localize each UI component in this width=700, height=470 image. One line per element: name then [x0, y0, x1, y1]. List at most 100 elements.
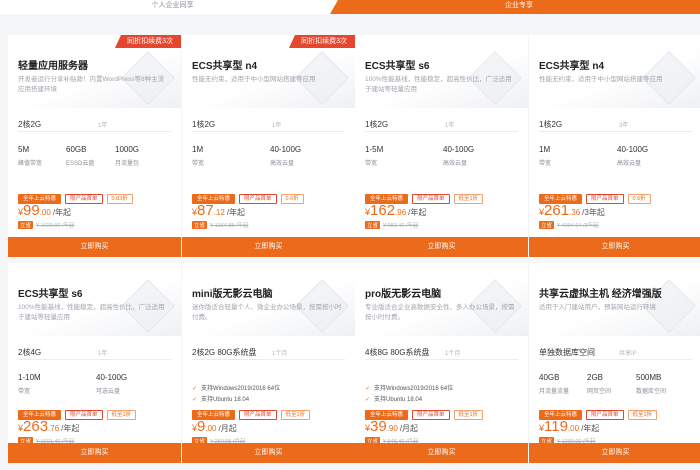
- spec-detail-value: 5M: [18, 145, 30, 154]
- spec-detail: 40-100G 可选云盘: [96, 373, 127, 395]
- promo-badges: 全年上云特惠 限产品首单 0.83折: [18, 187, 137, 204]
- duration-value: 1年: [98, 123, 108, 129]
- product-description: 100%性能基线，性能稳定，超高性价比，广泛适用于建站等轻量应用: [18, 304, 165, 321]
- spec-detail-value: 1-10M: [18, 373, 41, 382]
- spec-detail-label: 月流量流量: [539, 389, 570, 395]
- discount-badge: 0.83折: [106, 194, 133, 204]
- spec-detail-label: 带宽: [539, 161, 552, 167]
- spec-detail: 40GB 月流量流量: [539, 373, 569, 395]
- buy-now-button[interactable]: 立即购买: [8, 237, 181, 257]
- price-integer: 39: [370, 418, 387, 435]
- spec-selector[interactable]: 2核4G 1年: [18, 347, 171, 360]
- feature-item: ✓ 支持Ubuntu 18.04: [192, 394, 249, 403]
- spec-value: 1核2G: [192, 120, 216, 129]
- product-card: ECS共享型 s6 100%性能基线，性能稳定，超高性价比，广泛适用于建站等轻量应…: [355, 35, 528, 257]
- price-integer: 263: [23, 418, 49, 435]
- spec-detail-label: 高效云盘: [443, 161, 468, 167]
- spec-detail: 1M 带宽: [192, 145, 204, 167]
- price-decimal: .00: [205, 424, 217, 433]
- price-decimal: .90: [386, 424, 398, 433]
- product-title: pro版无影云电脑: [365, 289, 442, 300]
- discount-badge: 低至1折: [280, 410, 311, 420]
- spec-selector[interactable]: 2核2G 1年: [18, 119, 171, 132]
- price-unit: /3年起: [582, 208, 605, 217]
- product-card: ECS共享型 s6 100%性能基线，性能稳定，超高性价比，广泛适用于建站等轻量应…: [8, 263, 181, 463]
- buy-now-button[interactable]: 立即购买: [529, 237, 700, 257]
- spec-detail: 1000G 月流量包: [115, 145, 139, 167]
- price-integer: 99: [23, 202, 40, 219]
- spec-detail-value: 40-100G: [443, 145, 475, 154]
- duration-value: 1个月: [272, 351, 288, 357]
- spec-detail-value: 40GB: [539, 373, 560, 382]
- feature-item: ✓ 支持Ubuntu 18.04: [365, 394, 422, 403]
- tab-personal-enterprise[interactable]: 个人企业同享: [0, 0, 345, 14]
- product-card: 共享云虚拟主机 经济增强版 适用于入门建站用户，预装网站运行环境 单独数据库空间 共享…: [529, 263, 700, 463]
- price-decimal: .00: [567, 424, 580, 433]
- duration-value: 3年: [619, 123, 629, 129]
- promo-ribbon: 同折扣续费3次: [115, 35, 181, 48]
- saving-tag: 立省: [539, 221, 555, 229]
- check-icon: ✓: [192, 386, 198, 392]
- spec-selector[interactable]: 4核8G 80G系统盘 1个月: [365, 347, 518, 360]
- spec-detail-label: 高效云盘: [617, 161, 642, 167]
- promo-badges: 全年上云特惠 限产品首单 低至1折: [539, 403, 661, 420]
- promo-badges: 全年上云特惠 限产品首单 低至1折: [192, 403, 314, 420]
- product-description: 性能无约束，适用于中小型网站搭建等应用: [192, 76, 316, 83]
- spec-detail: 1-10M 带宽: [18, 373, 41, 395]
- spec-selector[interactable]: 1核2G 3年: [539, 119, 692, 132]
- tab-enterprise-exclusive[interactable]: 企业专享: [330, 0, 700, 14]
- check-icon: ✓: [365, 386, 371, 392]
- product-title: 共享云虚拟主机 经济增强版: [539, 289, 662, 300]
- spec-detail-label: 可选云盘: [96, 389, 121, 395]
- spec-selector[interactable]: 1核2G 1年: [192, 119, 345, 132]
- product-title: 轻量应用服务器: [18, 61, 88, 72]
- spec-selector[interactable]: 1核2G 1年: [365, 119, 518, 132]
- product-title: ECS共享型 n4: [192, 61, 258, 72]
- product-card: 同折扣续费3次轻量应用服务器开发者运行分享补贴款！内置WordPress等8种主…: [8, 35, 181, 257]
- buy-now-button[interactable]: 立即购买: [182, 237, 355, 257]
- spec-detail-value: 40-100G: [270, 145, 302, 154]
- spec-selector[interactable]: 2核2G 80G系统盘 1个月: [192, 347, 345, 360]
- buy-now-button[interactable]: 立即购买: [355, 237, 528, 257]
- promo-ribbon: 同折扣续费3次: [289, 35, 355, 48]
- saving-tag: 立省: [192, 221, 208, 229]
- buy-now-button[interactable]: 立即购买: [529, 443, 700, 463]
- spec-detail-label: 数据库空间: [636, 389, 667, 395]
- promo-badges: 全年上云特惠 限产品首单 低至1折: [18, 403, 140, 420]
- price-decimal: .76: [48, 424, 60, 433]
- spec-detail: 1-5M 带宽: [365, 145, 383, 167]
- spec-detail-value: 1M: [539, 145, 551, 154]
- price-decimal: .36: [569, 208, 581, 217]
- price: ¥119.00/年起: [539, 418, 599, 436]
- spec-detail-value: 40-100G: [96, 373, 128, 382]
- spec-detail-label: 带宽: [192, 161, 205, 167]
- price-integer: 119: [544, 418, 568, 435]
- promo-badges: 全年上云特惠 限产品首单 0.6折: [192, 187, 308, 204]
- spec-detail: 1M 带宽: [539, 145, 551, 167]
- promo-badges: 全年上云特惠 限产品首单 低至1折: [365, 403, 487, 420]
- discount-badge: 0.6折: [627, 194, 651, 204]
- price-integer: 261: [544, 202, 570, 219]
- buy-now-button[interactable]: 立即购买: [355, 443, 528, 463]
- buy-now-button[interactable]: 立即购买: [182, 443, 355, 463]
- price: ¥263.76/年起: [18, 418, 79, 436]
- spec-selector[interactable]: 单独数据库空间 共享IP: [539, 347, 692, 360]
- promo-badges: 全年上云特惠 限产品首单 0.6折: [539, 187, 655, 204]
- promo-badge: 限产品首单: [239, 410, 277, 420]
- spec-value: 单独数据库空间: [539, 348, 595, 357]
- discount-badge: 低至1折: [453, 410, 484, 420]
- price-unit: /月起: [218, 424, 237, 433]
- price-integer: 162: [370, 202, 396, 219]
- spec-value: 2核2G 80G系统盘: [192, 348, 257, 357]
- spec-detail: 2GB 网页空间: [587, 373, 611, 395]
- original-price-value: ¥ 4094.64 /3年起: [557, 223, 599, 229]
- price: ¥9.00/月起: [192, 418, 237, 436]
- product-description: 专业版适合企业高数据安全性、多人办公场景，按需按小时付费。: [365, 304, 515, 321]
- product-description: 开发者运行分享补贴款！内置WordPress等8种主流应用搭建环境: [18, 76, 165, 93]
- spec-detail-label: 网页空间: [587, 389, 612, 395]
- buy-now-button[interactable]: 立即购买: [8, 443, 181, 463]
- price: ¥87.12/年起: [192, 202, 245, 220]
- spec-detail-label: 月流量包: [115, 161, 140, 167]
- product-title: ECS共享型 s6: [365, 61, 430, 72]
- price: ¥39.90/月起: [365, 418, 418, 436]
